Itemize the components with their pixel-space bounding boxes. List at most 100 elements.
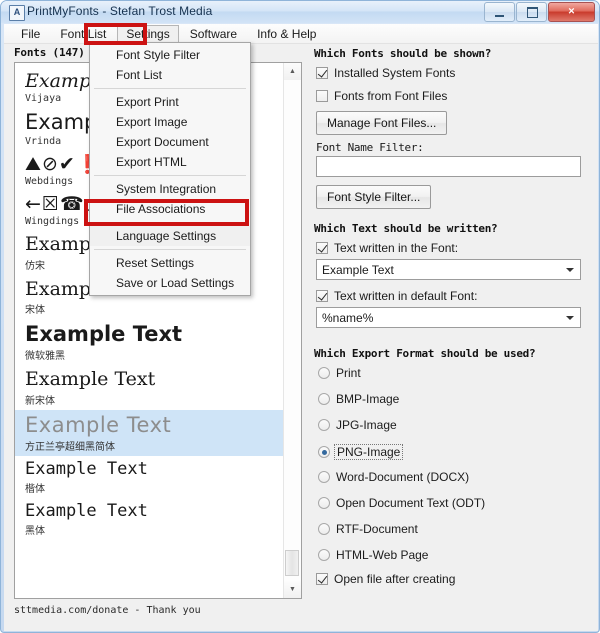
radio-label: Word-Document (DOCX) (336, 470, 470, 484)
menu-file[interactable]: File (12, 25, 49, 43)
radio-rtf-document[interactable]: RTF-Document (318, 522, 418, 536)
menu-separator (94, 249, 246, 250)
menu-settings[interactable]: Settings (117, 24, 179, 43)
radio-icon (318, 419, 330, 431)
radio-png-image[interactable]: PNG-Image (318, 444, 404, 460)
font-list-scrollbar[interactable]: ▲ ▼ (283, 63, 301, 598)
font-name: 方正兰亭超细黑简体 (25, 442, 115, 454)
font-name: 宋体 (25, 304, 45, 316)
window-title: PrintMyFonts - Stefan Trost Media (27, 4, 213, 18)
font-name: 黑体 (25, 526, 45, 538)
checkbox-icon (316, 242, 328, 254)
checkbox-label: Installed System Fonts (334, 66, 456, 80)
font-name: 微软雅黑 (25, 351, 65, 363)
checkbox-open-file-after-creating[interactable]: Open file after creating (316, 572, 455, 586)
checkbox-text-in-font[interactable]: Text written in the Font: (316, 241, 458, 255)
close-icon: × (568, 5, 575, 18)
radio-icon (318, 549, 330, 561)
menu-item-export-document[interactable]: Export Document (90, 132, 250, 152)
title-bar: A PrintMyFonts - Stefan Trost Media × (1, 1, 599, 23)
radio-print[interactable]: Print (318, 366, 361, 380)
font-name-filter-input[interactable] (316, 156, 581, 177)
scroll-down-icon[interactable]: ▼ (284, 581, 301, 598)
settings-dropdown-menu[interactable]: Font Style Filter Font List Export Print… (89, 42, 251, 296)
menu-item-export-image[interactable]: Export Image (90, 112, 250, 132)
radio-html-web-page[interactable]: HTML-Web Page (318, 548, 428, 562)
checkbox-label: Text written in the Font: (334, 241, 459, 255)
scrollbar-thumb[interactable] (285, 550, 299, 576)
font-sample: Example Text (25, 502, 148, 522)
close-button[interactable]: × (548, 2, 595, 22)
menu-software[interactable]: Software (181, 25, 246, 43)
application-window: A PrintMyFonts - Stefan Trost Media × Fi… (0, 0, 600, 633)
menu-bar: File Font List Settings Software Info & … (4, 24, 598, 44)
font-name: 新宋体 (25, 395, 55, 407)
menu-separator (94, 175, 246, 176)
radio-label: Print (336, 366, 361, 380)
list-item[interactable]: Example Text 黑体 (15, 498, 284, 540)
checkbox-label: Text written in default Font: (334, 289, 478, 303)
radio-bmp-image[interactable]: BMP-Image (318, 392, 399, 406)
font-name: 楷体 (25, 484, 45, 496)
checkbox-icon (316, 573, 328, 585)
radio-jpg-image[interactable]: JPG-Image (318, 418, 397, 432)
chevron-down-icon[interactable] (566, 315, 574, 320)
minimize-button[interactable] (484, 2, 515, 22)
menu-item-save-or-load-settings[interactable]: Save or Load Settings (90, 273, 250, 293)
menu-item-reset-settings[interactable]: Reset Settings (90, 253, 250, 273)
radio-label: HTML-Web Page (336, 548, 429, 562)
app-icon: A (9, 5, 25, 21)
radio-label: PNG-Image (334, 444, 404, 460)
radio-icon (318, 367, 330, 379)
menu-separator (94, 88, 246, 89)
maximize-button[interactable] (516, 2, 547, 22)
font-name-filter-label: Font Name Filter: (316, 141, 424, 154)
manage-font-files-button[interactable]: Manage Font Files... (316, 111, 448, 135)
font-sample: Example Text (25, 369, 156, 391)
checkbox-text-in-default-font[interactable]: Text written in default Font: (316, 289, 477, 303)
menu-separator (94, 222, 246, 223)
font-sample: Example Text (25, 413, 172, 437)
scroll-up-icon[interactable]: ▲ (284, 63, 301, 80)
radio-label: JPG-Image (336, 418, 397, 432)
list-item-selected[interactable]: Example Text 方正兰亭超细黑简体 (15, 409, 284, 457)
menu-item-font-list[interactable]: Font List (90, 65, 250, 85)
font-style-filter-button[interactable]: Font Style Filter... (316, 185, 432, 209)
radio-icon (318, 446, 330, 458)
menu-info-help[interactable]: Info & Help (248, 25, 325, 43)
font-sample: Example Text (25, 322, 183, 346)
menu-item-export-print[interactable]: Export Print (90, 92, 250, 112)
list-item[interactable]: Example Text 楷体 (15, 456, 284, 498)
checkbox-icon (316, 67, 328, 79)
menu-item-font-style-filter[interactable]: Font Style Filter (90, 45, 250, 65)
radio-open-document-text[interactable]: Open Document Text (ODT) (318, 496, 485, 510)
checkbox-label: Open file after creating (334, 572, 456, 586)
section-heading-fonts-shown: Which Fonts should be shown? (314, 47, 492, 60)
list-item[interactable]: Example Text 微软雅黑 (15, 319, 284, 366)
status-text: sttmedia.com/donate - Thank you (14, 605, 201, 616)
text-in-font-combo[interactable]: Example Text (316, 259, 581, 280)
menu-item-export-html[interactable]: Export HTML (90, 152, 250, 172)
maximize-icon (527, 7, 538, 18)
menu-item-system-integration[interactable]: System Integration (90, 179, 250, 199)
chevron-down-icon[interactable] (566, 267, 574, 272)
menu-item-file-associations[interactable]: File Associations (90, 199, 250, 219)
menu-item-language-settings[interactable]: Language Settings (90, 226, 250, 246)
checkbox-icon (316, 90, 328, 102)
checkbox-installed-system-fonts[interactable]: Installed System Fonts (316, 66, 455, 80)
radio-icon (318, 471, 330, 483)
radio-label: BMP-Image (336, 392, 400, 406)
font-sample: Example Text (25, 460, 148, 480)
checkbox-label: Fonts from Font Files (334, 89, 448, 103)
combo-value: Example Text (322, 262, 394, 277)
menu-font-list[interactable]: Font List (51, 25, 115, 43)
list-item[interactable]: Example Text 新宋体 (15, 365, 284, 409)
section-heading-text-written: Which Text should be written? (314, 222, 498, 235)
fonts-count-label: Fonts (147) (14, 46, 85, 59)
checkbox-fonts-from-font-files[interactable]: Fonts from Font Files (316, 89, 447, 103)
text-in-default-font-combo[interactable]: %name% (316, 307, 581, 328)
checkbox-icon (316, 290, 328, 302)
radio-icon (318, 523, 330, 535)
radio-label: RTF-Document (336, 522, 418, 536)
radio-word-document[interactable]: Word-Document (DOCX) (318, 470, 469, 484)
